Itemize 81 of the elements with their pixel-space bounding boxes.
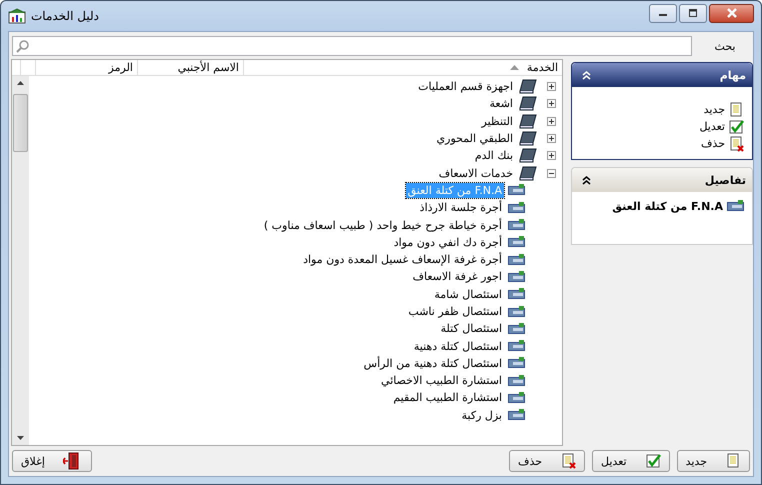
tree-item[interactable]: التنظير [480,114,515,129]
search-field[interactable] [12,36,692,56]
service-icon [508,236,525,248]
details-header[interactable]: تفاصيل [572,168,752,192]
maximize-button[interactable] [679,4,707,22]
tree-item[interactable]: استشارة الطبيب المقيم [391,390,504,406]
service-icon [508,322,525,335]
tasks-title: مهام [720,68,746,82]
tree-item[interactable]: اجور غرفة الاسعاف [410,269,504,284]
column-header[interactable]: الرمز [35,60,137,75]
minimize-button[interactable] [649,4,677,22]
service-icon [508,202,525,214]
tree-item[interactable]: استئصال ظفر ناشب [406,304,504,319]
sort-arrow-icon [510,65,519,70]
expand-icon[interactable] [547,116,556,126]
tree-item[interactable]: استشارة الطبيب الاخصائي [379,373,504,388]
book-icon [519,79,537,94]
scrollbar-thumb[interactable] [13,94,28,152]
service-icon [508,254,525,266]
book-icon [519,96,537,112]
tree-item[interactable]: أجرة دك انفي دون مواد [392,234,504,250]
chart-icon [8,8,26,24]
tree-item[interactable]: بزل ركبة [460,408,504,423]
service-icon [508,288,525,300]
service-icon [508,357,525,370]
details-title: تفاصيل [704,174,746,186]
expand-icon[interactable] [547,99,556,108]
delete-button[interactable]: حذف [509,450,586,472]
book-icon [519,148,537,164]
search-icon [16,39,30,53]
task-link[interactable]: تعديل [699,120,725,133]
scrollbar[interactable] [12,76,29,445]
tree-item[interactable]: أجرة خياطة جرح خيط واحد ( طبيب اسعاف مناوب ) [262,218,504,233]
expand-icon[interactable] [547,151,556,160]
service-icon [508,270,525,283]
edit-button[interactable]: تعديل [592,450,670,472]
details-item: F.N.A من كتلة العنق [612,200,723,213]
tasks-header[interactable]: مهام [572,63,752,87]
tree-item[interactable]: استئصال كتلة دهنية [412,338,504,354]
book-icon [519,114,537,129]
task-link[interactable]: حذف [701,137,725,150]
column-header[interactable]: الاسم الأجنبي [137,60,243,75]
tree-item[interactable]: أجرة جلسة الارذاذ [418,200,504,216]
checkmark-icon [644,453,661,469]
document-icon [725,453,741,469]
service-icon [727,200,744,212]
document-cross-icon [560,453,576,469]
collapse-icon[interactable] [547,168,556,178]
service-icon [508,392,525,404]
column-header[interactable]: الخدمة [243,60,562,75]
tree-item[interactable]: أجرة غرفة الإسعاف غسيل المعدة دون مواد [301,252,504,268]
service-icon [508,306,525,318]
expand-icon[interactable] [547,82,556,92]
new-button[interactable]: جديد [676,450,750,472]
tree-item[interactable]: الطبقي المحوري [434,131,515,146]
close-button[interactable] [709,4,754,22]
tree-item[interactable]: استئصال شامة [432,286,504,302]
tree-item[interactable]: اشعة [488,96,515,112]
close-icon [726,8,738,18]
service-icon [508,184,525,196]
tree-item[interactable]: استئصال كتلة [438,321,504,336]
collapse-icon[interactable] [582,176,591,184]
service-icon [508,219,525,232]
tree-item[interactable]: اجهزة قسم العمليات [416,79,515,94]
checkmark-icon [728,118,744,134]
document-icon [728,102,744,118]
close-button[interactable]: إغلاق [12,450,92,472]
book-icon [519,131,537,146]
expand-icon[interactable] [547,134,556,144]
service-icon [508,409,525,422]
tree-item[interactable]: بنك الدم [472,148,515,164]
service-icon [508,374,525,387]
task-link[interactable]: جديد [704,103,725,116]
document-cross-icon [728,136,744,152]
tree-item[interactable]: استئصال كتلة دهنية من الرأس [362,356,504,371]
service-icon [508,340,525,352]
book-icon [519,166,537,181]
window-title: دليل الخدمات [31,9,99,23]
tree-item[interactable]: خدمات الاسعاف [436,166,515,181]
search-label: بحث [714,40,736,52]
maximize-icon [688,9,698,17]
